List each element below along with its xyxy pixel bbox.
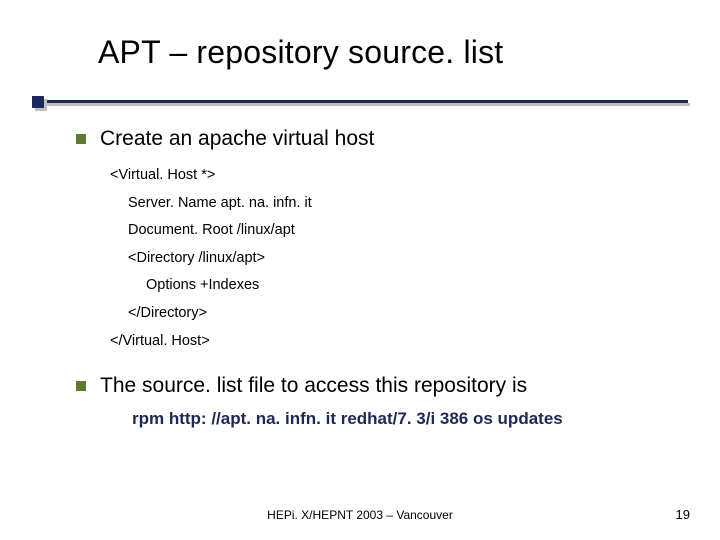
bullet-item: The source. list file to access this rep… [76,373,680,399]
code-line: Server. Name apt. na. infn. it [110,190,680,218]
code-line: <Directory /linux/apt> [110,245,680,273]
bullet-text: The source. list file to access this rep… [100,373,527,399]
code-line: Options +Indexes [110,272,680,300]
page-number: 19 [676,507,690,522]
apache-config-block: <Virtual. Host *> Server. Name apt. na. … [110,162,680,355]
code-line: </Directory> [110,300,680,328]
code-line: <Virtual. Host *> [110,162,680,190]
rule-square-decoration [32,96,44,108]
footer-text: HEPi. X/HEPNT 2003 – Vancouver [0,508,720,522]
bullet-item: Create an apache virtual host [76,126,680,152]
code-line: </Virtual. Host> [110,328,680,356]
bullet-text: Create an apache virtual host [100,126,374,152]
code-line: Document. Root /linux/apt [110,217,680,245]
slide-title: APT – repository source. list [98,34,503,71]
bullet-square-icon [76,134,86,144]
bullet-square-icon [76,381,86,391]
rpm-source-line: rpm http: //apt. na. infn. it redhat/7. … [132,409,680,429]
title-rule [32,96,688,110]
